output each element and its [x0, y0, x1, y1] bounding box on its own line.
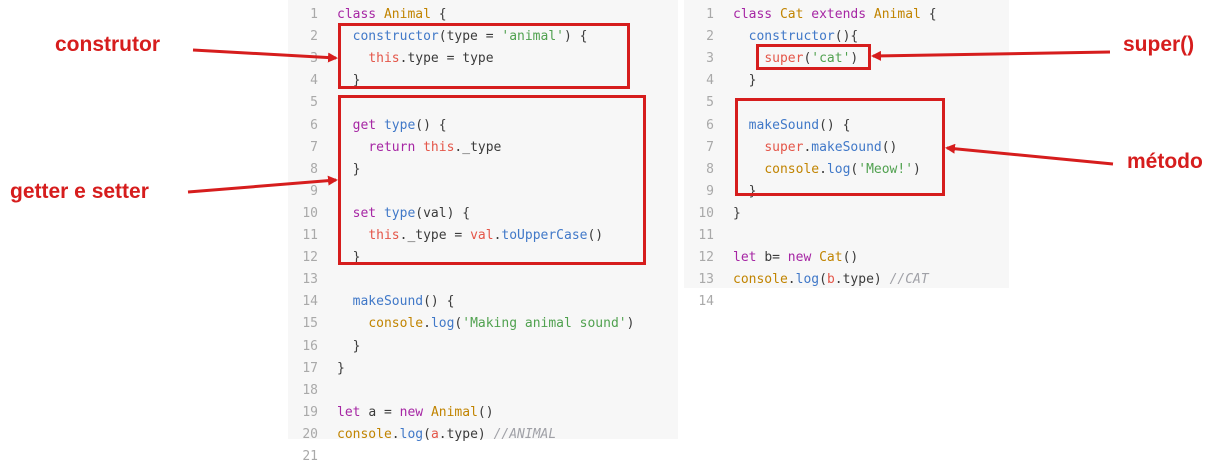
method-arrow — [945, 143, 1114, 166]
line-number: 21 — [302, 449, 318, 464]
constructor-arrow — [192, 48, 338, 63]
annotation-arrows — [187, 48, 1114, 194]
getter-setter-arrow — [187, 175, 338, 194]
super-arrow — [871, 50, 1111, 61]
